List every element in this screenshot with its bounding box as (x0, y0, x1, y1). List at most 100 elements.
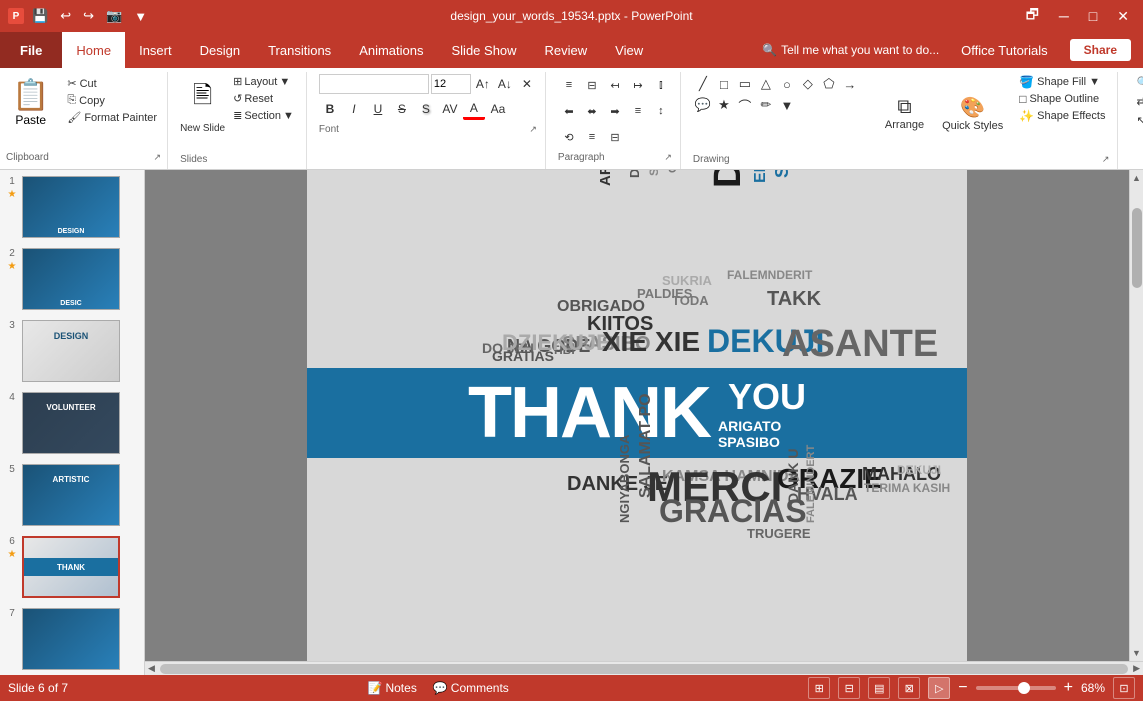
cut-button[interactable]: ✂ Cut (63, 76, 161, 91)
slide-thumb-1[interactable]: 1 ★ DESIGN (4, 174, 140, 240)
font-expand-button[interactable]: ↗ (529, 124, 537, 135)
strikethrough-button[interactable]: S (391, 98, 413, 120)
zoom-in-button[interactable]: + (1064, 679, 1073, 697)
reading-view-button[interactable]: ⊠ (898, 677, 920, 699)
scroll-left-button[interactable]: ◀ (147, 662, 156, 675)
drawing-expand-button[interactable]: ↗ (1102, 154, 1110, 165)
minimize-button[interactable]: ─ (1053, 6, 1075, 26)
scroll-up-button[interactable]: ▲ (1131, 172, 1142, 184)
horizontal-scroll-thumb[interactable] (160, 664, 1128, 674)
oval-shape-button[interactable]: ○ (777, 74, 797, 94)
present-button[interactable]: 📷 (102, 6, 126, 26)
bullet-list-button[interactable]: ≡ (558, 74, 580, 96)
zoom-out-button[interactable]: − (958, 679, 967, 697)
star-shape-button[interactable]: ★ (714, 95, 734, 115)
slide-thumb-2[interactable]: 2 ★ DESIC (4, 246, 140, 312)
slide-thumb-3[interactable]: 3 DESIGN (4, 318, 140, 384)
font-size-input[interactable] (431, 74, 471, 94)
save-button[interactable]: 💾 (28, 6, 52, 26)
font-increase-button[interactable]: A↑ (473, 74, 493, 94)
maximize-button[interactable]: □ (1083, 6, 1103, 26)
rounded-rect-button[interactable]: ▭ (735, 74, 755, 94)
align-right-button[interactable]: ➡ (604, 100, 626, 122)
italic-button[interactable]: I (343, 98, 365, 120)
slide-thumb-7[interactable]: 7 (4, 606, 140, 672)
paragraph-expand-button[interactable]: ↗ (664, 152, 672, 163)
transitions-menu-item[interactable]: Transitions (254, 32, 345, 68)
underline-button[interactable]: U (367, 98, 389, 120)
slide-thumb-4[interactable]: 4 VOLUNTEER (4, 390, 140, 456)
line-spacing-button[interactable]: ↕ (650, 100, 672, 122)
bold-button[interactable]: B (319, 98, 341, 120)
shadow-button[interactable]: S (415, 98, 437, 120)
undo-button[interactable]: ↩ (56, 6, 75, 26)
home-menu-item[interactable]: Home (62, 32, 125, 68)
copy-button[interactable]: ⎘ Copy (63, 93, 161, 108)
replace-button[interactable]: ⇄ Replace (1130, 93, 1143, 110)
format-painter-button[interactable]: 🖌 Format Painter (63, 110, 161, 125)
text-direction-button[interactable]: ⟲ (558, 126, 580, 148)
insert-menu-item[interactable]: Insert (125, 32, 186, 68)
layout-button[interactable]: ⊞ Layout▼ (229, 74, 298, 89)
slide-thumb-6[interactable]: 6 ★ THANK (4, 534, 140, 600)
paste-button[interactable]: 📋 Paste (6, 76, 55, 129)
help-search[interactable]: 🔍 Tell me what you want to do... (762, 43, 939, 57)
slideshow-menu-item[interactable]: Slide Show (438, 32, 531, 68)
comments-button[interactable]: 💬 Comments (433, 681, 509, 695)
redo-button[interactable]: ↪ (79, 6, 98, 26)
view-menu-item[interactable]: View (601, 32, 657, 68)
notes-button[interactable]: 📝 Notes (368, 681, 417, 695)
zoom-thumb[interactable] (1018, 682, 1030, 694)
animations-menu-item[interactable]: Animations (345, 32, 437, 68)
decrease-indent-button[interactable]: ↤ (604, 74, 626, 96)
normal-view-button[interactable]: ⊞ (808, 677, 830, 699)
review-menu-item[interactable]: Review (531, 32, 602, 68)
callout-shape-button[interactable]: 💬 (693, 95, 713, 115)
shape-effects-button[interactable]: ✨ Shape Effects (1015, 108, 1109, 124)
scroll-down-button[interactable]: ▼ (1131, 647, 1142, 659)
spacing-button[interactable]: AV (439, 98, 461, 120)
quick-styles-button[interactable]: 🎨 Quick Styles (936, 93, 1009, 134)
select-button[interactable]: ↖ Select ▼ (1130, 112, 1143, 129)
arrow-shape-button[interactable]: → (840, 74, 860, 94)
file-menu-item[interactable]: File (0, 32, 62, 68)
columns-button[interactable]: ⫾ (650, 74, 672, 96)
design-menu-item[interactable]: Design (186, 32, 254, 68)
diamond-shape-button[interactable]: ◇ (798, 74, 818, 94)
convert-smartart-button[interactable]: ⊟ (604, 126, 626, 148)
pentagon-shape-button[interactable]: ⬠ (819, 74, 839, 94)
slide-sorter-button[interactable]: ▤ (868, 677, 890, 699)
align-text-button[interactable]: ≡ (581, 126, 603, 148)
office-tutorials-item[interactable]: Office Tutorials (947, 43, 1061, 58)
restore-button[interactable]: 🗗 (1020, 2, 1045, 30)
quick-access-more-button[interactable]: ▼ (130, 7, 151, 26)
share-button[interactable]: Share (1070, 39, 1131, 61)
presenter-view-button[interactable]: ▷ (928, 677, 950, 699)
change-case-button[interactable]: Aa (487, 98, 509, 120)
new-slide-button[interactable]: 🖹 (187, 74, 218, 123)
font-decrease-button[interactable]: A↓ (495, 74, 515, 94)
triangle-shape-button[interactable]: △ (756, 74, 776, 94)
zoom-slider[interactable] (976, 686, 1056, 690)
arrange-button[interactable]: ⧉ Arrange (879, 94, 930, 133)
line-shape-button[interactable]: ╱ (693, 74, 713, 94)
vertical-scroll-thumb[interactable] (1132, 208, 1142, 288)
font-color-button[interactable]: A (463, 98, 485, 120)
section-button[interactable]: ≣ Section▼ (229, 108, 298, 123)
fit-slide-button[interactable]: ⊡ (1113, 677, 1135, 699)
increase-indent-button[interactable]: ↦ (627, 74, 649, 96)
font-name-input[interactable] (319, 74, 429, 94)
reset-button[interactable]: ↺ Reset (229, 91, 298, 106)
close-button[interactable]: ✕ (1111, 6, 1135, 27)
scroll-right-button[interactable]: ▶ (1132, 662, 1141, 675)
align-center-button[interactable]: ⬌ (581, 100, 603, 122)
shape-fill-button[interactable]: 🪣 Shape Fill ▼ (1015, 74, 1109, 90)
align-left-button[interactable]: ⬅ (558, 100, 580, 122)
slide-thumb-5[interactable]: 5 ARTISTIC (4, 462, 140, 528)
slide-canvas[interactable]: THANK YOU ARIGATO SPASIBO ARRIGATO DO JE… (307, 170, 967, 661)
freeform-shape-button[interactable]: ✏ (756, 95, 776, 115)
clear-formatting-button[interactable]: ✕ (517, 74, 537, 94)
justify-button[interactable]: ≡ (627, 100, 649, 122)
outline-view-button[interactable]: ⊟ (838, 677, 860, 699)
rect-shape-button[interactable]: □ (714, 74, 734, 94)
